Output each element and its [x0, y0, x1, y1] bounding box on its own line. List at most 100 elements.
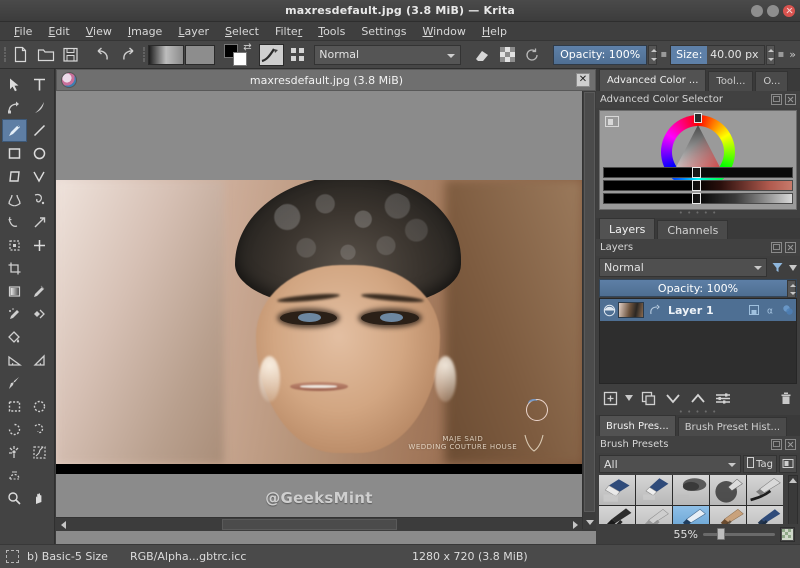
tool-polygonal-selection[interactable]: [2, 418, 27, 441]
preset-eraser-small[interactable]: [636, 475, 672, 505]
selection-mask-icon[interactable]: [6, 550, 19, 563]
undo-arrow-icon[interactable]: [92, 43, 116, 67]
funnel-filter-icon[interactable]: [769, 258, 786, 277]
tool-calligraphy[interactable]: [27, 96, 52, 119]
layer-opacity-slider[interactable]: Opacity: 100%: [599, 279, 797, 297]
vertical-scroll-thumb[interactable]: [584, 92, 595, 512]
toolbar-drag-handle-2[interactable]: [141, 45, 147, 65]
open-folder-icon[interactable]: [34, 43, 58, 67]
menu-help[interactable]: Help: [474, 23, 515, 40]
menu-settings[interactable]: Settings: [353, 23, 414, 40]
redo-arrow-icon[interactable]: [116, 43, 140, 67]
view-options-icon[interactable]: [779, 455, 797, 473]
size-slider[interactable]: Size: 40.00 px: [670, 45, 764, 65]
toolbar-drag-handle[interactable]: [2, 45, 8, 65]
color-strip-2[interactable]: [603, 180, 793, 191]
tool-transform[interactable]: [2, 234, 27, 257]
pattern-swatch[interactable]: [185, 45, 215, 65]
move-layer-up-button[interactable]: [687, 387, 709, 409]
save-floppy-icon[interactable]: [59, 43, 83, 67]
tab-overview[interactable]: O...: [755, 71, 788, 91]
tab-channels[interactable]: Channels: [657, 220, 728, 239]
move-layer-down-button[interactable]: [662, 387, 684, 409]
delete-layer-button[interactable]: [775, 387, 797, 409]
tool-pan[interactable]: [27, 487, 52, 510]
close-brush-panel-icon[interactable]: [785, 439, 796, 450]
tool-edit-shapes[interactable]: [2, 96, 27, 119]
opacity-slider[interactable]: Opacity: 100%: [553, 45, 647, 65]
canvas-horizontal-scrollbar[interactable]: [56, 517, 582, 531]
tag-filter-select[interactable]: All: [599, 455, 741, 473]
tool-rectangle[interactable]: [2, 142, 27, 165]
tool-crop[interactable]: [2, 257, 27, 280]
tool-similar-color-selection[interactable]: [27, 441, 52, 464]
tool-freehand-brush[interactable]: [2, 119, 27, 142]
menu-tools[interactable]: Tools: [310, 23, 353, 40]
layer-properties-button[interactable]: [712, 387, 734, 409]
reset-rotation-icon[interactable]: [520, 43, 544, 67]
new-document-icon[interactable]: [9, 43, 33, 67]
layer-alpha-icon[interactable]: α: [762, 304, 779, 316]
fit-page-icon[interactable]: [780, 527, 795, 542]
color-selector-settings-icon[interactable]: [605, 116, 619, 127]
tool-move[interactable]: [27, 234, 52, 257]
tag-button[interactable]: Tag: [743, 455, 777, 473]
canvas-vertical-scrollbar[interactable]: [582, 91, 596, 529]
menu-file[interactable]: File: [6, 23, 40, 40]
tool-freehand-path[interactable]: [27, 188, 52, 211]
panel-resize-grip[interactable]: • • • • •: [596, 210, 800, 216]
layer-name[interactable]: Layer 1: [662, 304, 745, 317]
tab-layers[interactable]: Layers: [599, 218, 655, 239]
advanced-color-selector[interactable]: [599, 110, 797, 210]
hue-marker[interactable]: [694, 113, 702, 123]
tool-gradient[interactable]: [2, 280, 27, 303]
brush-preset-icon[interactable]: [259, 44, 285, 66]
scroll-down-icon[interactable]: [584, 516, 596, 528]
size-stepper[interactable]: [766, 45, 775, 65]
float-brush-panel-icon[interactable]: [771, 439, 782, 450]
tool-measure[interactable]: [2, 349, 27, 372]
tab-brush-preset-history[interactable]: Brush Preset Hist...: [678, 417, 787, 436]
chevron-double-right-icon[interactable]: »: [787, 48, 798, 61]
add-layer-dropdown[interactable]: [624, 387, 634, 409]
layer-blend-mode-select[interactable]: Normal: [599, 258, 767, 277]
layer-list[interactable]: Layer 1 α: [599, 298, 797, 384]
tool-rectangular-selection[interactable]: [2, 395, 27, 418]
close-document-button[interactable]: ✕: [576, 73, 590, 87]
menu-window[interactable]: Window: [414, 23, 473, 40]
tool-bezier-curve[interactable]: [2, 188, 27, 211]
close-layers-panel-icon[interactable]: [785, 242, 796, 253]
float-panel-icon[interactable]: [771, 94, 782, 105]
canvas-viewport[interactable]: MAJE SAID WEDDING COUTURE HOUSE @GeeksMi…: [56, 91, 582, 529]
tool-shape-select[interactable]: [2, 73, 27, 96]
color-strip-3[interactable]: [603, 193, 793, 204]
zoom-slider[interactable]: [703, 528, 775, 540]
tool-line[interactable]: [27, 119, 52, 142]
eye-visible-icon[interactable]: [600, 304, 618, 317]
tool-color-picker[interactable]: [27, 280, 52, 303]
filter-dropdown-icon[interactable]: [788, 258, 797, 277]
layer-opacity-stepper[interactable]: [787, 280, 796, 298]
alpha-lock-checker-icon[interactable]: [495, 43, 519, 67]
close-button[interactable]: [783, 5, 795, 17]
tool-ellipse[interactable]: [27, 142, 52, 165]
layer-save-icon[interactable]: [745, 304, 762, 316]
eraser-icon[interactable]: [470, 43, 494, 67]
tab-advanced-color-selector[interactable]: Advanced Color ...: [599, 69, 706, 91]
table-row[interactable]: Layer 1 α: [600, 299, 796, 321]
menu-image[interactable]: Image: [120, 23, 170, 40]
color-strip-1[interactable]: [603, 167, 793, 178]
tool-colorize-mask[interactable]: [2, 303, 27, 326]
tool-bezier-selection[interactable]: [2, 464, 27, 487]
preset-blender-smudge[interactable]: [710, 475, 746, 505]
tool-text[interactable]: [27, 73, 52, 96]
tool-polyline[interactable]: [27, 165, 52, 188]
tool-dynamic-brush[interactable]: [2, 211, 27, 234]
foreground-background-color-icon[interactable]: ⇄: [224, 44, 250, 66]
duplicate-layer-button[interactable]: [637, 387, 659, 409]
opacity-stepper[interactable]: [648, 45, 657, 65]
tool-elliptical-selection[interactable]: [27, 395, 52, 418]
tool-perspective-assistant[interactable]: [27, 349, 52, 372]
preset-ink-ballpen[interactable]: [747, 475, 783, 505]
tool-multibrush[interactable]: [27, 211, 52, 234]
